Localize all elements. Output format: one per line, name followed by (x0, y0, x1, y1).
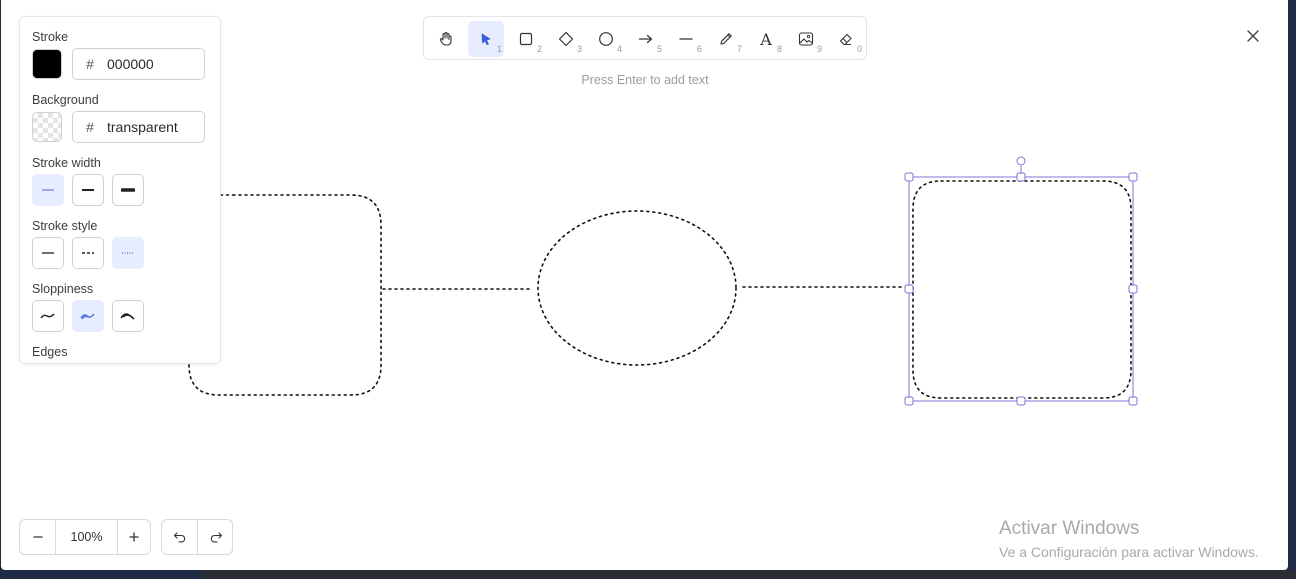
windows-activation-watermark: Activar Windows Ve a Configuración para … (999, 518, 1259, 560)
shortcut-number: 7 (736, 44, 742, 54)
redo-icon (210, 532, 222, 543)
stroke-style-dashed-button[interactable] (72, 237, 104, 269)
watermark-title: Activar Windows (999, 518, 1140, 539)
diamond-icon (558, 31, 574, 47)
hash-symbol: # (86, 119, 94, 135)
selection-box[interactable] (904, 156, 1138, 406)
shortcut-number: 3 (576, 44, 582, 54)
stroke-width-extra-bold-button[interactable] (112, 174, 144, 206)
arrow-tool-button[interactable]: 5 (628, 21, 664, 57)
shortcut-number: 4 (616, 44, 622, 54)
ellipse-icon (599, 32, 613, 46)
shortcut-number: 2 (536, 44, 542, 54)
eraser-tool-button[interactable]: 0 (828, 21, 864, 57)
stroke-style-solid-button[interactable] (32, 237, 64, 269)
selected-rectangle-shape[interactable] (912, 180, 1132, 399)
stroke-width-label: Stroke width (32, 156, 101, 170)
stroke-style-label: Stroke style (32, 219, 98, 233)
hand-icon (439, 31, 452, 46)
background-color-value[interactable]: transparent (107, 119, 178, 135)
shortcut-number: 6 (696, 44, 702, 54)
cartoonist-stroke-icon (120, 313, 135, 320)
shortcut-number: 8 (776, 44, 782, 54)
stroke-color-swatch[interactable] (32, 49, 62, 79)
arrow-icon (638, 34, 653, 44)
main-toolbar: 1 2 3 4 5 6 7 A 8 9 0 (423, 16, 867, 60)
watermark-subtitle: Ve a Configuración para activar Windows. (999, 544, 1259, 560)
zoom-in-button[interactable] (116, 520, 151, 554)
image-icon (798, 32, 814, 46)
plus-icon (129, 532, 138, 542)
pencil-icon (720, 33, 732, 45)
line-icon (679, 38, 693, 40)
pencil-tool-button[interactable]: 7 (708, 21, 744, 57)
artist-stroke-icon (80, 313, 95, 320)
architect-stroke-icon (40, 313, 55, 319)
history-controls (161, 519, 233, 555)
shortcut-number: 1 (496, 44, 502, 54)
stroke-label: Stroke (32, 30, 69, 44)
zoom-level[interactable]: 100% (55, 520, 118, 554)
zoom-controls: 100% (19, 519, 151, 555)
toolbar-hint: Press Enter to add text (581, 73, 709, 87)
extra-bold-line-icon (121, 188, 135, 192)
rotation-handle[interactable] (1016, 156, 1026, 166)
dotted-line-icon (122, 252, 134, 254)
shortcut-number: 0 (856, 44, 862, 54)
rectangle-tool-button[interactable]: 2 (508, 21, 544, 57)
eraser-icon (839, 33, 852, 46)
ellipse-shape[interactable] (537, 210, 737, 366)
close-icon (1247, 30, 1259, 42)
stroke-color-value[interactable]: 000000 (107, 56, 154, 72)
sloppiness-architect-button[interactable] (32, 300, 64, 332)
stroke-width-thin-button[interactable] (32, 174, 64, 206)
stroke-color-input[interactable]: # 000000 (72, 48, 205, 80)
taskbar-strip (202, 570, 1296, 579)
text-icon: A (760, 29, 772, 49)
background-color-swatch[interactable] (32, 112, 62, 142)
bold-line-icon (82, 189, 94, 191)
ellipse-tool-button[interactable]: 4 (588, 21, 624, 57)
shortcut-number: 9 (816, 44, 822, 54)
undo-button[interactable] (162, 520, 197, 554)
hand-tool-button[interactable] (428, 21, 464, 57)
redo-button[interactable] (198, 520, 233, 554)
image-tool-button[interactable]: 9 (788, 21, 824, 57)
thin-line-icon (42, 189, 54, 191)
line-tool-button[interactable]: 6 (668, 21, 704, 57)
background-label: Background (32, 93, 99, 107)
text-tool-button[interactable]: A 8 (748, 21, 784, 57)
shortcut-number: 5 (656, 44, 662, 54)
diamond-tool-button[interactable]: 3 (548, 21, 584, 57)
pointer-icon (481, 33, 491, 46)
hash-symbol: # (86, 56, 94, 72)
undo-icon (173, 532, 185, 543)
rectangle-icon (519, 32, 533, 46)
edges-label: Edges (32, 345, 68, 359)
minus-icon (33, 536, 42, 538)
properties-panel: Stroke # 000000 Background # transparent… (19, 16, 221, 364)
stroke-style-dotted-button[interactable] (112, 237, 144, 269)
stroke-width-bold-button[interactable] (72, 174, 104, 206)
dashed-line-icon (82, 252, 94, 254)
zoom-out-button[interactable] (20, 520, 55, 554)
solid-line-icon (42, 252, 54, 254)
background-color-input[interactable]: # transparent (72, 111, 205, 143)
selection-tool-button[interactable]: 1 (468, 21, 504, 57)
sloppiness-label: Sloppiness (32, 282, 94, 296)
close-button[interactable] (1241, 24, 1265, 48)
sloppiness-cartoonist-button[interactable] (112, 300, 144, 332)
sloppiness-artist-button[interactable] (72, 300, 104, 332)
whiteboard-modal: Stroke # 000000 Background # transparent… (1, 0, 1288, 570)
resize-handles[interactable] (904, 172, 1138, 406)
